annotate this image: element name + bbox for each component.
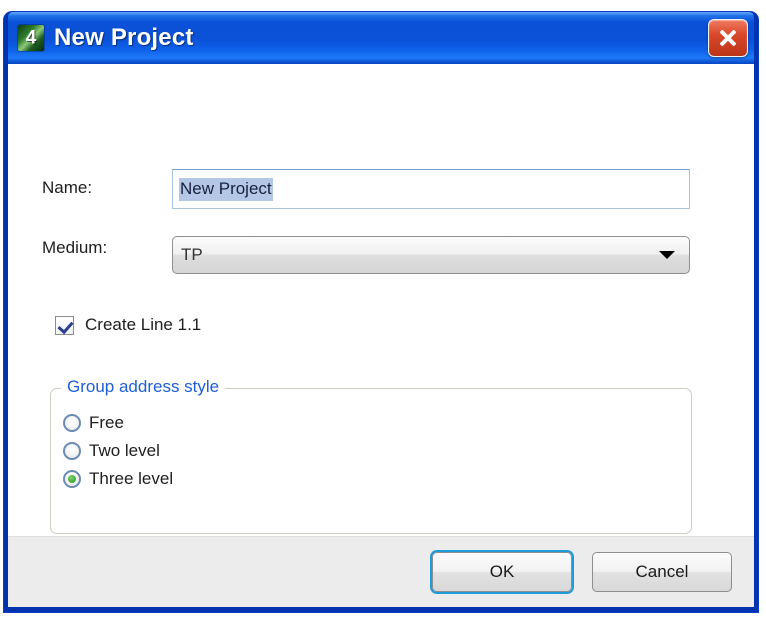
create-line-checkbox[interactable]: Create Line 1.1 [55,315,201,335]
dialog-body: Name: New Project Medium: TP Create Line… [8,64,754,536]
radio-circle-selected-icon [63,470,81,488]
name-label: Name: [42,178,93,197]
app-logo-icon: 4 [18,25,44,51]
new-project-dialog: 4 New Project Name: New Project Medium: … [4,12,758,612]
radio-circle-icon [63,414,81,432]
radio-three-level[interactable]: Three level [63,465,173,493]
group-address-style-options: Free Two level Three level [63,409,173,493]
window-title: New Project [54,24,194,51]
name-input[interactable]: New Project [172,169,690,209]
name-input-value: New Project [179,177,273,201]
group-address-style-legend: Group address style [61,377,226,397]
title-bar: 4 New Project [8,12,754,64]
checkmark-icon [55,315,74,335]
chevron-down-icon [659,251,675,259]
radio-circle-icon [63,442,81,460]
group-address-style-groupbox: Group address style Free Two level Three… [50,377,692,534]
dialog-client-area: Name: New Project Medium: TP Create Line… [8,64,754,607]
radio-three-level-label: Three level [89,469,174,488]
radio-two-level[interactable]: Two level [63,437,173,465]
dialog-footer: OK Cancel [8,536,754,607]
create-line-label: Create Line 1.1 [85,315,202,334]
radio-two-level-label: Two level [89,441,160,460]
medium-label: Medium: [42,238,108,257]
cancel-button[interactable]: Cancel [592,552,732,592]
medium-dropdown[interactable]: TP [172,236,690,274]
medium-dropdown-value: TP [181,245,203,264]
app-logo-glyph: 4 [25,27,37,49]
ok-button[interactable]: OK [432,552,572,592]
radio-free-label: Free [89,413,124,432]
radio-free[interactable]: Free [63,409,173,437]
close-icon[interactable] [708,19,748,57]
